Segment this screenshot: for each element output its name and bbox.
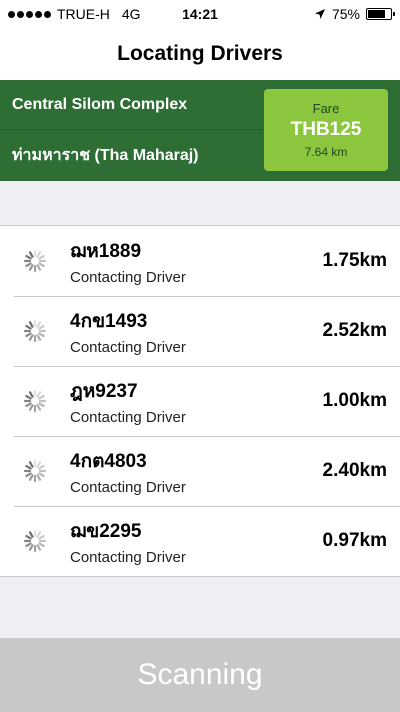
- section-spacer: [0, 181, 400, 225]
- carrier-name: TRUE-H: [57, 6, 110, 22]
- origin-label: Central Silom Complex: [12, 95, 188, 113]
- driver-distance: 2.40km: [322, 460, 387, 481]
- driver-status: Contacting Driver: [70, 269, 186, 286]
- signal-strength-icon: [8, 10, 51, 18]
- status-left: TRUE-H 4G: [8, 6, 141, 22]
- loading-spinner-icon: [23, 249, 47, 273]
- network-type: 4G: [121, 6, 141, 22]
- destination-label: ท่ามหาราช (Tha Maharaj): [12, 146, 199, 164]
- driver-plate: 4กต4803: [70, 451, 147, 472]
- page-title: Locating Drivers: [117, 42, 283, 65]
- battery-percent: 75%: [331, 6, 360, 22]
- driver-status: Contacting Driver: [70, 549, 186, 566]
- loading-spinner-icon: [23, 389, 47, 413]
- route-origin: Central Silom Complex: [0, 80, 262, 130]
- battery-icon: [366, 8, 395, 20]
- driver-distance: 1.00km: [322, 390, 387, 411]
- driver-distance: 0.97km: [322, 530, 387, 551]
- nav-bar: Locating Drivers: [0, 28, 400, 80]
- driver-plate: ฌห1889: [70, 241, 142, 262]
- driver-status: Contacting Driver: [70, 409, 186, 426]
- loading-spinner-icon: [23, 319, 47, 343]
- route-destination: ท่ามหาราช (Tha Maharaj): [0, 130, 262, 180]
- driver-plate: ฌข2295: [70, 521, 142, 542]
- driver-list: ฌห1889 Contacting Driver 1.75km 4กข1493 Cont…: [0, 225, 400, 577]
- status-right: 75%: [314, 6, 395, 22]
- battery-fill: [368, 10, 385, 18]
- fare-amount: THB125: [290, 119, 362, 140]
- driver-plate: ฎห9237: [70, 381, 138, 402]
- location-arrow-icon: [314, 9, 325, 19]
- driver-info: 4กข1493 Contacting Driver: [70, 306, 323, 356]
- fare-label: Fare: [312, 101, 340, 116]
- scanning-button[interactable]: Scanning: [0, 638, 400, 712]
- status-bar: TRUE-H 4G 14:21 75%: [0, 0, 400, 28]
- driver-row[interactable]: ฌห1889 Contacting Driver 1.75km: [0, 226, 400, 296]
- driver-row[interactable]: 4กต4803 Contacting Driver 2.40km: [0, 436, 400, 506]
- loading-spinner-icon: [23, 529, 47, 553]
- driver-distance: 2.52km: [322, 320, 387, 341]
- driver-info: ฌห1889 Contacting Driver: [70, 236, 323, 286]
- driver-row[interactable]: ฎห9237 Contacting Driver 1.00km: [0, 366, 400, 436]
- driver-status: Contacting Driver: [70, 339, 186, 356]
- driver-plate: 4กข1493: [70, 311, 148, 332]
- driver-info: ฎห9237 Contacting Driver: [70, 376, 323, 426]
- fare-distance: 7.64 km: [304, 145, 348, 159]
- driver-info: 4กต4803 Contacting Driver: [70, 446, 323, 496]
- driver-row[interactable]: ฌข2295 Contacting Driver 0.97km: [0, 506, 400, 576]
- driver-info: ฌข2295 Contacting Driver: [70, 516, 323, 566]
- scanning-label: Scanning: [137, 658, 263, 691]
- driver-row[interactable]: 4กข1493 Contacting Driver 2.52km: [0, 296, 400, 366]
- route-header: Central Silom Complex ท่ามหาราช (Tha Mah…: [0, 80, 400, 181]
- loading-spinner-icon: [23, 459, 47, 483]
- fare-box: Fare THB125 7.64 km: [264, 89, 388, 171]
- driver-status: Contacting Driver: [70, 479, 186, 496]
- driver-distance: 1.75km: [322, 250, 387, 271]
